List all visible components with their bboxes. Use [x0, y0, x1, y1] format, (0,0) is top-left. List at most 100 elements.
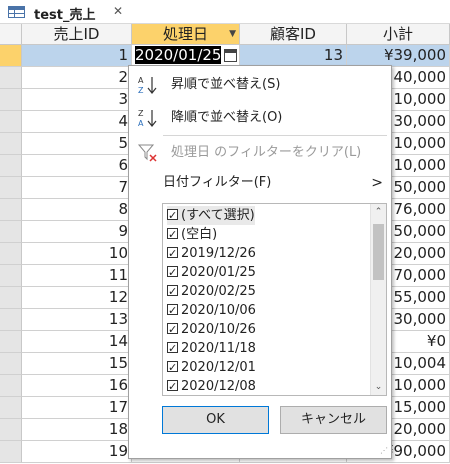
row-selector[interactable] [0, 67, 22, 89]
table-cell-id[interactable]: 18 [22, 419, 132, 441]
checkbox[interactable] [167, 339, 178, 358]
table-cell-id[interactable]: 14 [22, 331, 132, 353]
checkbox[interactable] [167, 225, 178, 244]
filter-item-label: 2020/02/25 [181, 284, 256, 299]
filter-list-item[interactable]: (空白) [167, 225, 217, 244]
scroll-down-icon[interactable]: ⌄ [371, 379, 386, 395]
svg-text:Z: Z [138, 109, 144, 118]
filter-item-label: 2020/12/01 [181, 360, 256, 375]
calendar-icon[interactable] [224, 49, 237, 62]
ok-button[interactable]: OK [162, 406, 269, 434]
filter-list-item[interactable]: 2020/01/25 [167, 263, 256, 282]
menu-item-sort-descending[interactable]: Z A 降順で並べ替え(O) [129, 104, 391, 132]
row-selector[interactable] [0, 265, 22, 287]
scrollbar-thumb[interactable] [373, 224, 384, 280]
table-cell-id[interactable]: 16 [22, 375, 132, 397]
column-header-label: 売上ID [53, 25, 100, 43]
table-cell-id[interactable]: 15 [22, 353, 132, 375]
row-selector[interactable] [0, 309, 22, 331]
filter-item-label: 2020/01/25 [181, 265, 256, 280]
menu-item-label: 日付フィルター(F) [163, 175, 272, 190]
checkbox[interactable] [167, 206, 178, 225]
scroll-up-icon[interactable]: ⌃ [371, 204, 386, 220]
cancel-button[interactable]: キャンセル [280, 406, 387, 434]
table-cell-id[interactable]: 6 [22, 155, 132, 177]
row-selector[interactable] [0, 155, 22, 177]
table-cell-id[interactable]: 13 [22, 309, 132, 331]
close-icon[interactable]: ✕ [113, 4, 123, 18]
row-selector[interactable] [0, 45, 22, 67]
date-value: 2020/01/25 [135, 46, 222, 64]
column-header-sales-id[interactable]: 売上ID [22, 24, 132, 45]
row-selector[interactable] [0, 287, 22, 309]
svg-text:A: A [138, 76, 144, 85]
row-selector[interactable] [0, 441, 22, 463]
sort-ascending-icon: A Z [137, 71, 159, 99]
tab-title: test_売上 [34, 8, 96, 23]
column-header-customer-id[interactable]: 顧客ID [240, 24, 347, 45]
table-cell-id[interactable]: 4 [22, 111, 132, 133]
filter-list-item[interactable]: 2020/10/26 [167, 320, 256, 339]
row-selector[interactable] [0, 331, 22, 353]
table-cell-date[interactable]: 2020/01/25 [132, 45, 240, 67]
table-cell-id[interactable]: 2 [22, 67, 132, 89]
filter-list-item[interactable]: 2020/10/06 [167, 301, 256, 320]
menu-separator [163, 135, 387, 136]
filter-list-item[interactable]: 2020/12/01 [167, 358, 256, 377]
row-selector[interactable] [0, 133, 22, 155]
filter-list-item[interactable]: (すべて選択) [167, 206, 255, 225]
filter-item-label: 2020/12/08 [181, 379, 256, 394]
table-cell-id[interactable]: 17 [22, 397, 132, 419]
checkbox[interactable] [167, 358, 178, 377]
menu-item-label: 昇順で並べ替え(S) [171, 77, 281, 92]
table-cell-customer[interactable]: 13 [240, 45, 347, 67]
table-cell-id[interactable]: 11 [22, 265, 132, 287]
checkbox[interactable] [167, 320, 178, 339]
filter-list-item[interactable]: 2020/02/25 [167, 282, 256, 301]
table-cell-id[interactable]: 8 [22, 199, 132, 221]
row-selector[interactable] [0, 375, 22, 397]
table-cell-id[interactable]: 12 [22, 287, 132, 309]
filter-item-label: 2020/10/26 [181, 322, 256, 337]
table-cell-subtotal[interactable]: ¥39,000 [347, 45, 450, 67]
row-selector[interactable] [0, 177, 22, 199]
table-cell-id[interactable]: 7 [22, 177, 132, 199]
checkbox[interactable] [167, 282, 178, 301]
select-all-corner[interactable] [0, 24, 22, 45]
table-row[interactable]: 1 2020/01/25 13 ¥39,000 [0, 45, 450, 67]
vertical-scrollbar[interactable]: ⌃ ⌄ [370, 204, 386, 395]
checkbox[interactable] [167, 244, 178, 263]
row-selector[interactable] [0, 397, 22, 419]
row-selector[interactable] [0, 419, 22, 441]
row-selector[interactable] [0, 111, 22, 133]
table-cell-id[interactable]: 10 [22, 243, 132, 265]
document-tab[interactable]: test_売上 ✕ [0, 0, 130, 24]
row-selector[interactable] [0, 199, 22, 221]
menu-item-label: 降順で並べ替え(O) [171, 110, 283, 125]
filter-list-item[interactable]: 2020/12/08 [167, 377, 256, 395]
table-cell-id[interactable]: 5 [22, 133, 132, 155]
filter-item-label: 2020/11/18 [181, 341, 256, 356]
checkbox[interactable] [167, 377, 178, 395]
row-selector[interactable] [0, 243, 22, 265]
checkbox[interactable] [167, 263, 178, 282]
table-cell-id[interactable]: 3 [22, 89, 132, 111]
chevron-down-icon[interactable]: ▼ [229, 24, 236, 44]
row-selector[interactable] [0, 221, 22, 243]
table-cell-id[interactable]: 9 [22, 221, 132, 243]
menu-item-sort-ascending[interactable]: A Z 昇順で並べ替え(S) [129, 71, 391, 99]
row-selector[interactable] [0, 353, 22, 375]
filter-list-item[interactable]: 2019/12/26 [167, 244, 256, 263]
checkbox[interactable] [167, 301, 178, 320]
column-header-label: 処理日 [162, 25, 208, 43]
column-header-label: 顧客ID [270, 25, 316, 43]
filter-list-item[interactable]: 2020/11/18 [167, 339, 256, 358]
table-cell-id[interactable]: 19 [22, 441, 132, 463]
resize-grip-icon[interactable]: ⋰ [380, 446, 388, 455]
column-header-subtotal[interactable]: 小計 [347, 24, 450, 45]
row-selector[interactable] [0, 89, 22, 111]
filter-value-list[interactable]: (すべて選択) (空白) 2019/12/26 2020/01/25 2020/02/2… [162, 203, 387, 396]
column-header-process-date[interactable]: 処理日 ▼ [132, 24, 240, 45]
menu-item-date-filter[interactable]: 日付フィルター(F) > [129, 169, 391, 197]
table-cell-id[interactable]: 1 [22, 45, 132, 67]
